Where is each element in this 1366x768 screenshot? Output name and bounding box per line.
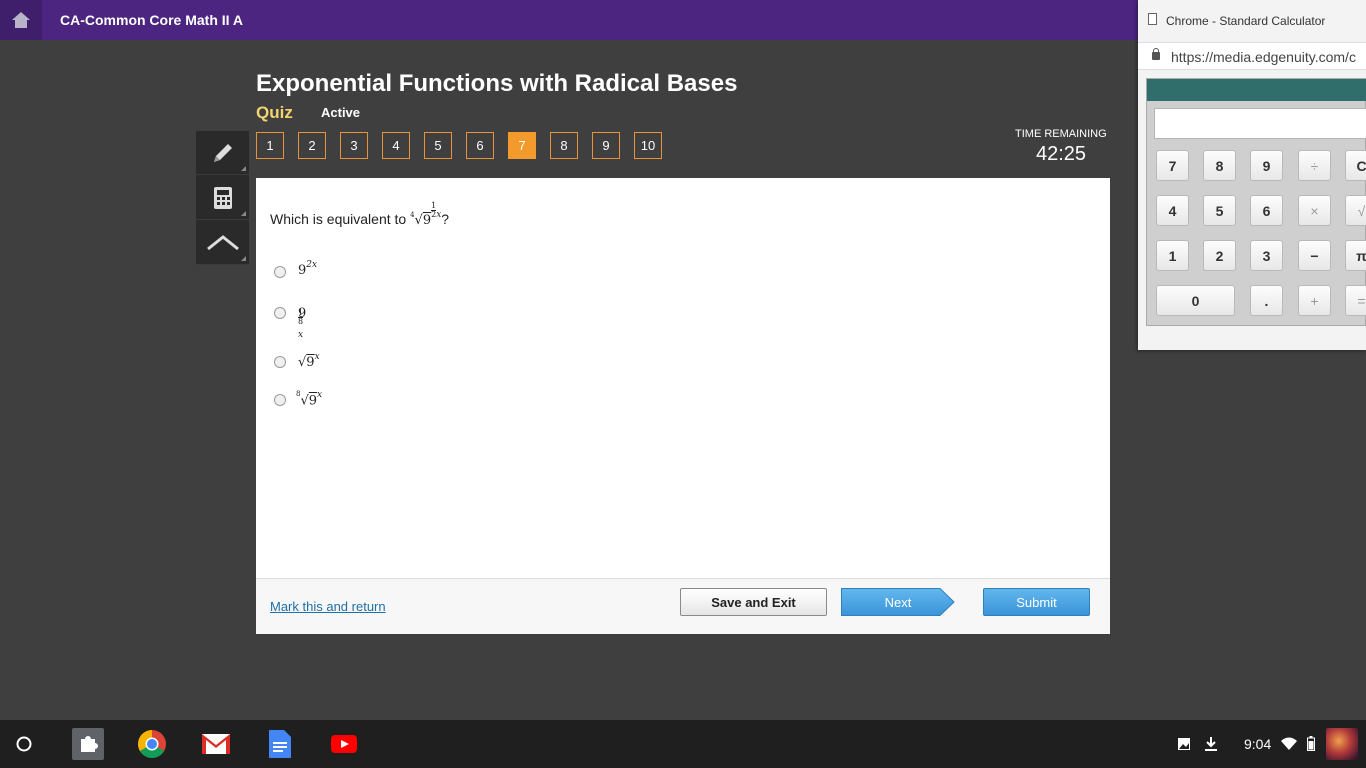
image-icon [1178,738,1190,750]
calc-key-2[interactable]: 2 [1203,240,1236,271]
chrome-icon [138,730,166,758]
mark-and-return-link[interactable]: Mark this and return [270,599,386,614]
docs-app[interactable] [264,728,296,760]
question-nav-2[interactable]: 2 [298,132,326,159]
calc-key-3[interactable]: 3 [1250,240,1283,271]
address-bar: https://media.edgenuity.com/c [1138,42,1366,70]
question-nav-8[interactable]: 8 [550,132,578,159]
home-button[interactable] [0,0,42,40]
youtube-icon [331,735,357,753]
save-and-exit-button[interactable]: Save and Exit [680,588,827,616]
calc-key-6[interactable]: 6 [1250,195,1283,226]
calc-key-7[interactable]: 7 [1156,150,1189,181]
calc-key-5[interactable]: 5 [1203,195,1236,226]
calc-key-sqrt[interactable]: √ [1345,195,1366,226]
calc-key-add[interactable]: + [1298,285,1331,316]
calculator-tool-button[interactable] [196,176,249,220]
launcher-button[interactable] [8,728,40,760]
calculator-display [1154,108,1366,139]
calculator-window-title: Chrome - Standard Calculator [1166,14,1326,28]
prompt-expression: 4√91 2 x [410,201,442,229]
question-nav-1[interactable]: 1 [256,132,284,159]
battery-icon [1307,736,1315,751]
calc-key-pi[interactable]: π [1345,240,1366,271]
question-nav-4[interactable]: 4 [382,132,410,159]
system-clock[interactable]: 9:04 [1244,736,1271,752]
prompt-suffix: ? [441,211,450,227]
calc-key-8[interactable]: 8 [1203,150,1236,181]
taskbar: 9:04 [0,720,1366,768]
pencil-icon [213,143,232,162]
calc-key-equals[interactable]: = [1345,285,1366,316]
chevron-up-icon [206,234,239,250]
answer-text-2: 91 8 x [298,306,307,340]
time-remaining-value: 42:25 [1036,143,1087,165]
youtube-app[interactable] [328,728,360,760]
mode-label: Quiz [256,103,293,122]
calc-key-4[interactable]: 4 [1156,195,1189,226]
answer-text-1: 92x [298,260,318,278]
question-nav-6[interactable]: 6 [466,132,494,159]
prompt-text: Which is equivalent to [270,211,407,227]
calc-key-1[interactable]: 1 [1156,240,1189,271]
answer-text-4: 8√9x [296,390,323,409]
wifi-icon [1281,737,1297,750]
question-nav-3[interactable]: 3 [340,132,368,159]
lock-icon [1152,48,1160,60]
question-nav-5[interactable]: 5 [424,132,452,159]
launcher-icon [16,736,32,752]
calculator-window: Chrome - Standard Calculator https://med… [1138,0,1366,350]
answer-radio-3[interactable] [274,356,286,368]
calc-key-9[interactable]: 9 [1250,150,1283,181]
course-title: CA-Common Core Math II A [60,12,244,28]
question-nav-10[interactable]: 10 [634,132,662,159]
status-label: Active [321,105,361,120]
gmail-icon [202,734,230,754]
calculator-header [1147,79,1366,101]
calculator-icon [213,186,232,209]
calc-key-divide[interactable]: ÷ [1298,150,1331,181]
question-panel: Which is equivalent to 4√91 2 x? 92x 91 8 x … [256,178,1110,634]
submit-button[interactable]: Submit [983,588,1090,616]
pencil-tool-button[interactable] [196,131,249,175]
collapse-tool-button[interactable] [196,221,249,265]
calc-key-decimal[interactable]: . [1250,285,1283,316]
document-icon [1148,13,1157,25]
gmail-app[interactable] [200,728,232,760]
extensions-app[interactable] [72,728,104,760]
time-remaining-label: TIME REMAINING [1015,128,1107,140]
address-url: https://media.edgenuity.com/c [1171,49,1356,65]
calc-key-0[interactable]: 0 [1156,285,1235,316]
calculator: 7 8 9 ÷ C 4 5 6 × √ 1 2 3 − π 0 . + = [1146,78,1366,326]
question-nav-9[interactable]: 9 [592,132,620,159]
home-icon [12,12,30,28]
question-nav-7[interactable]: 7 [508,132,536,159]
tool-panel [196,131,249,265]
user-avatar[interactable] [1326,728,1358,760]
question-prompt: Which is equivalent to 4√91 2 x? [270,201,450,229]
question-footer: Mark this and return Save and Exit Next … [256,578,1110,634]
lesson-title: Exponential Functions with Radical Bases [256,70,738,97]
calc-key-multiply[interactable]: × [1298,195,1331,226]
next-button-label: Next [884,594,912,610]
calc-key-clear[interactable]: C [1345,150,1366,181]
answer-text-3: √9x [298,352,320,370]
calc-key-subtract[interactable]: − [1298,240,1331,271]
answer-radio-4[interactable] [274,394,286,406]
answer-radio-2[interactable] [274,307,286,319]
download-icon [1205,737,1217,751]
docs-icon [269,730,291,758]
puzzle-icon [81,736,98,752]
chrome-app[interactable] [136,728,168,760]
next-button[interactable]: Next [841,588,955,616]
answer-radio-1[interactable] [274,266,286,278]
